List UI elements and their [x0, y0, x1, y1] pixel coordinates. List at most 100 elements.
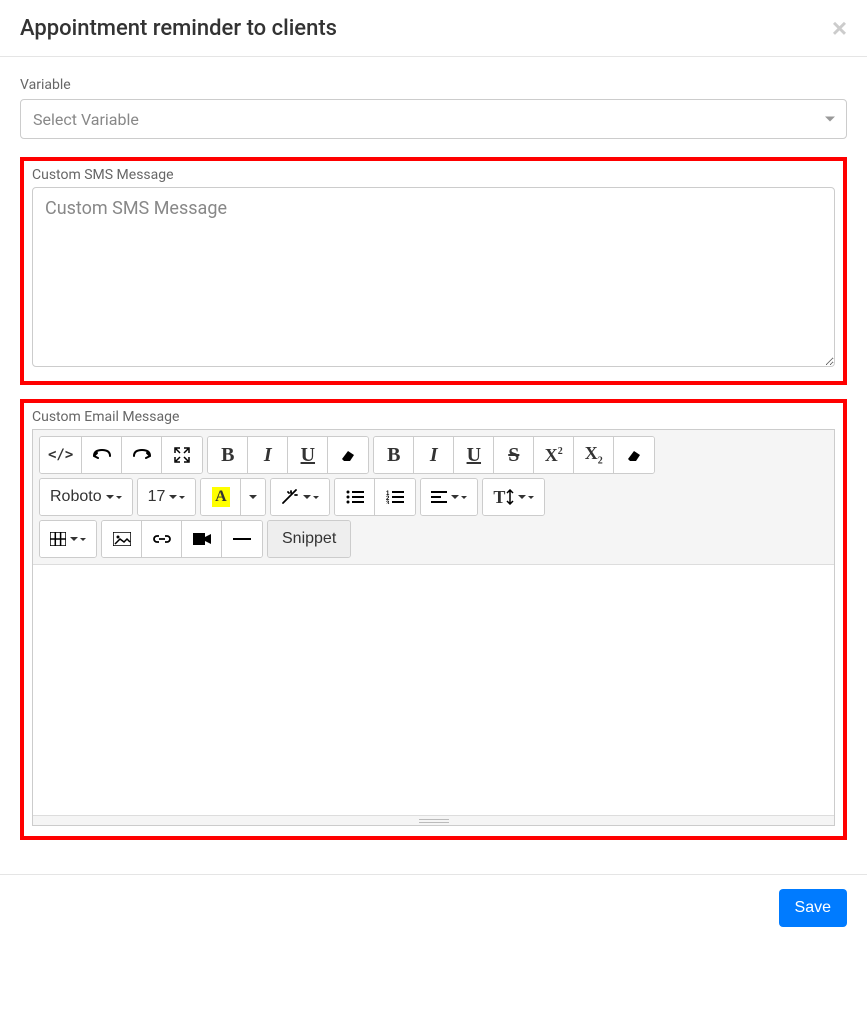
strikethrough-button[interactable]: S — [494, 437, 534, 473]
styles-button[interactable] — [271, 479, 329, 515]
caret-down-icon — [116, 496, 122, 499]
superscript-icon: X2 — [545, 445, 563, 466]
eraser-button-2[interactable] — [614, 437, 654, 473]
rich-text-editor: </> — [32, 429, 835, 826]
bold-icon: B — [387, 444, 400, 467]
subscript-icon: X2 — [585, 443, 603, 467]
editor-resize-handle[interactable] — [33, 815, 834, 825]
group-font-color: A — [200, 478, 266, 516]
font-size-value: 17 — [148, 488, 166, 506]
redo-button[interactable] — [122, 437, 162, 473]
caret-down-icon — [313, 496, 319, 499]
magic-wand-icon — [281, 489, 299, 505]
link-icon — [153, 534, 171, 544]
hr-icon — [233, 537, 251, 541]
strike-icon: S — [508, 444, 519, 467]
caret-down-icon — [461, 496, 467, 499]
modal-footer: Save — [0, 874, 867, 941]
caret-down-icon — [70, 537, 78, 541]
italic-icon: I — [264, 444, 272, 467]
chevron-down-icon — [825, 117, 835, 122]
italic-icon: I — [430, 444, 438, 467]
variable-group: Variable Select Variable — [20, 77, 847, 139]
appointment-reminder-modal: Appointment reminder to clients × Variab… — [0, 0, 867, 941]
caret-down-icon — [518, 495, 526, 499]
eraser-icon — [340, 448, 356, 462]
font-color-icon: A — [212, 487, 230, 507]
font-name-value: Roboto — [50, 488, 102, 506]
line-height-button[interactable]: T — [483, 479, 544, 515]
eraser-icon — [626, 448, 642, 462]
grip-lines-icon — [419, 819, 449, 823]
underline-button-2[interactable]: U — [454, 437, 494, 473]
eraser-button-1[interactable] — [328, 437, 368, 473]
undo-button[interactable] — [82, 437, 122, 473]
picture-button[interactable] — [102, 521, 142, 557]
modal-header: Appointment reminder to clients × — [0, 0, 867, 57]
underline-icon: U — [467, 444, 481, 467]
email-highlight-box: Custom Email Message </> — [20, 399, 847, 840]
modal-title: Appointment reminder to clients — [20, 16, 337, 41]
toolbar-row-3: Snippet — [39, 520, 828, 558]
group-view: </> — [39, 436, 203, 474]
italic-button-1[interactable]: I — [248, 437, 288, 473]
redo-icon — [133, 448, 151, 462]
group-insert — [101, 520, 263, 558]
subscript-button[interactable]: X2 — [574, 437, 614, 473]
unordered-list-button[interactable] — [335, 479, 375, 515]
font-name-select[interactable]: Roboto — [40, 479, 132, 515]
ordered-list-button[interactable]: 123 — [375, 479, 415, 515]
underline-button-1[interactable]: U — [288, 437, 328, 473]
bold-button-1[interactable]: B — [208, 437, 248, 473]
variable-select-placeholder: Select Variable — [33, 110, 139, 129]
font-size-select[interactable]: 17 — [138, 479, 196, 515]
caret-down-icon — [528, 496, 534, 499]
italic-button-2[interactable]: I — [414, 437, 454, 473]
bold-button-2[interactable]: B — [374, 437, 414, 473]
underline-icon: U — [301, 444, 315, 467]
table-button[interactable] — [40, 521, 96, 557]
superscript-button[interactable]: X2 — [534, 437, 574, 473]
variable-label: Variable — [20, 77, 847, 93]
link-button[interactable] — [142, 521, 182, 557]
undo-icon — [93, 448, 111, 462]
font-color-more-button[interactable] — [241, 479, 265, 515]
group-paragraph — [420, 478, 478, 516]
editor-toolbar: </> — [33, 430, 834, 565]
caret-down-icon — [451, 495, 459, 499]
image-icon — [113, 532, 131, 546]
email-label: Custom Email Message — [32, 409, 835, 425]
align-left-icon — [431, 491, 447, 503]
group-format-1: B I U — [207, 436, 369, 474]
numbered-list-icon: 123 — [386, 490, 404, 504]
save-button[interactable]: Save — [779, 889, 847, 927]
variable-select-wrap: Select Variable — [20, 99, 847, 139]
align-button[interactable] — [421, 479, 477, 515]
caret-down-icon — [80, 538, 86, 541]
caret-down-icon — [179, 496, 185, 499]
bullet-list-icon — [346, 490, 364, 504]
video-button[interactable] — [182, 521, 222, 557]
sms-textarea[interactable] — [32, 187, 835, 367]
modal-body: Variable Select Variable Custom SMS Mess… — [0, 57, 867, 874]
horizontal-rule-button[interactable] — [222, 521, 262, 557]
fullscreen-button[interactable] — [162, 437, 202, 473]
editor-content-area[interactable] — [33, 565, 834, 815]
code-view-button[interactable]: </> — [40, 437, 82, 473]
variable-select[interactable]: Select Variable — [20, 99, 847, 139]
snippet-button[interactable]: Snippet — [268, 521, 350, 557]
code-icon: </> — [48, 447, 73, 463]
close-button[interactable]: × — [832, 15, 847, 41]
group-lists: 123 — [334, 478, 416, 516]
sms-highlight-box: Custom SMS Message — [20, 157, 847, 385]
group-styles — [270, 478, 330, 516]
sms-label: Custom SMS Message — [32, 167, 835, 183]
caret-down-icon — [106, 495, 114, 499]
group-font-size: 17 — [137, 478, 197, 516]
expand-icon — [174, 447, 190, 463]
bold-icon: B — [221, 444, 234, 467]
group-table — [39, 520, 97, 558]
svg-text:3: 3 — [386, 501, 390, 504]
font-color-button[interactable]: A — [201, 479, 241, 515]
toolbar-row-1: </> — [39, 436, 828, 474]
